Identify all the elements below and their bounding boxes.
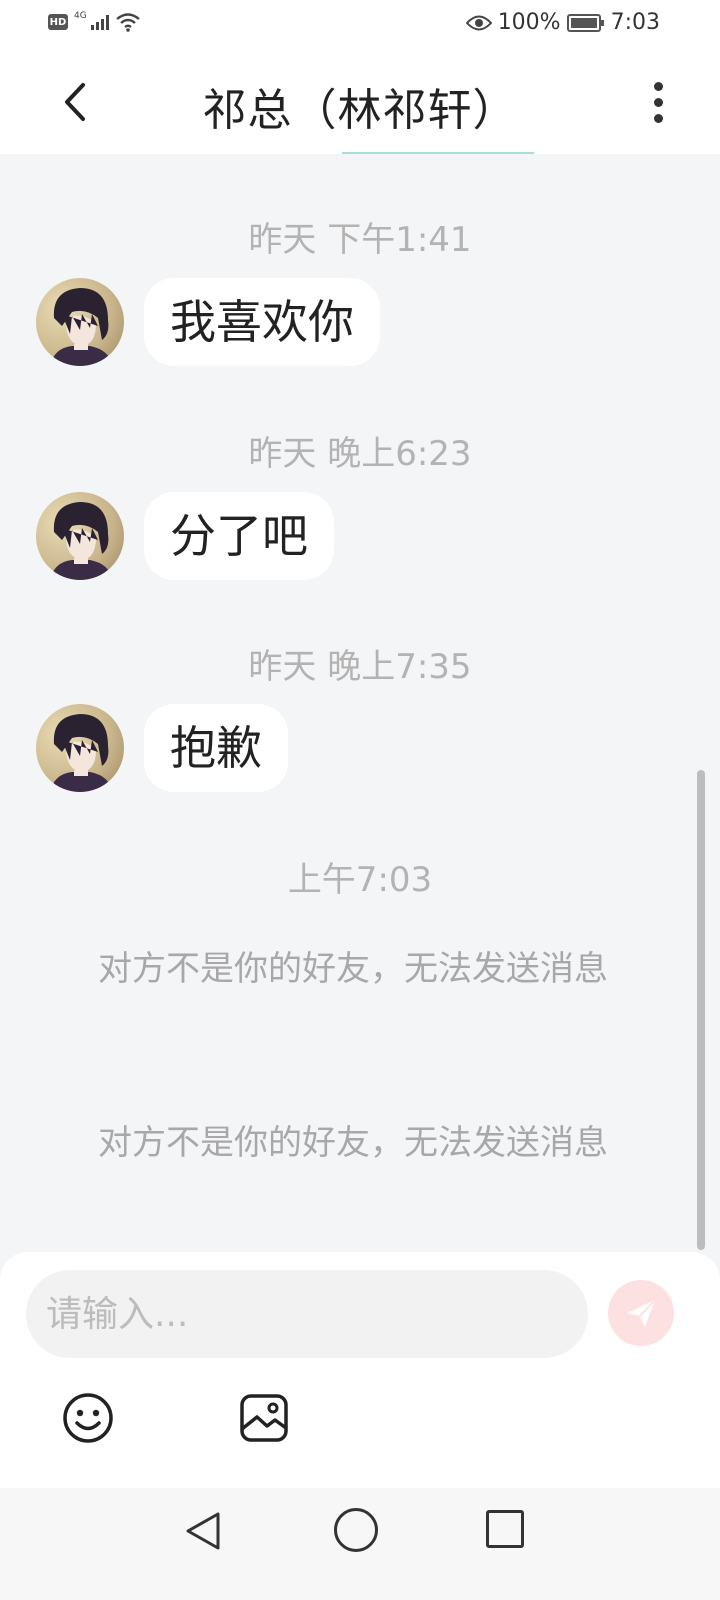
signal-icon xyxy=(90,14,109,30)
wifi-icon xyxy=(115,13,140,32)
message-bubble[interactable]: 我喜欢你 xyxy=(144,278,380,366)
status-right: 100% 7:03 xyxy=(465,10,660,35)
network-type: 4G xyxy=(74,11,87,21)
nav-home-icon[interactable] xyxy=(334,1508,378,1552)
message-input[interactable] xyxy=(26,1270,588,1358)
message-timestamp: 昨天 下午1:41 xyxy=(248,220,472,260)
system-timestamp: 上午7:03 xyxy=(287,860,433,900)
more-vertical-icon xyxy=(653,81,663,91)
message-list[interactable]: 昨天 下午1:41 我喜欢你 昨天 晚上6:23 分了吧 昨天 晚上7:35 抱… xyxy=(0,154,720,1254)
scrollbar[interactable] xyxy=(697,770,705,1250)
message-row: 抱歉 xyxy=(36,704,288,792)
more-dot xyxy=(653,113,663,123)
avatar[interactable] xyxy=(36,704,124,792)
eye-icon xyxy=(465,15,492,30)
message-timestamp: 昨天 晚上6:23 xyxy=(248,434,472,474)
chat-header: 祁总（林祁轩） xyxy=(0,50,720,154)
paper-plane-icon xyxy=(627,1299,656,1327)
smiley-icon xyxy=(63,1393,113,1443)
page-title: 祁总（林祁轩） xyxy=(202,85,518,136)
system-notice: 对方不是你的好友，无法发送消息 xyxy=(98,1123,608,1163)
more-options-button[interactable] xyxy=(636,80,680,124)
send-button[interactable] xyxy=(608,1280,674,1346)
avatar-image xyxy=(50,502,112,580)
system-nav-bar xyxy=(0,1488,720,1600)
clock: 7:03 xyxy=(610,10,660,35)
message-row: 我喜欢你 xyxy=(36,278,380,366)
message-bubble[interactable]: 抱歉 xyxy=(144,704,288,792)
input-panel xyxy=(0,1252,720,1488)
status-left: HD 4G xyxy=(48,11,141,32)
emoji-button[interactable] xyxy=(62,1392,114,1444)
avatar[interactable] xyxy=(36,492,124,580)
hd-badge: HD xyxy=(48,14,68,30)
nav-back-icon[interactable] xyxy=(182,1510,224,1552)
status-bar: HD 4G 100% 7:03 xyxy=(0,0,720,50)
more-dot xyxy=(653,97,663,107)
avatar-image xyxy=(50,288,112,366)
battery-percent: 100% xyxy=(497,10,561,35)
image-button[interactable] xyxy=(239,1393,289,1443)
battery-icon xyxy=(566,13,604,32)
message-bubble[interactable]: 分了吧 xyxy=(144,492,334,580)
nav-recent-apps-icon[interactable] xyxy=(486,1510,524,1548)
avatar-image xyxy=(50,714,112,792)
image-icon xyxy=(240,1394,288,1442)
message-timestamp: 昨天 晚上7:35 xyxy=(248,647,472,687)
avatar[interactable] xyxy=(36,278,124,366)
message-row: 分了吧 xyxy=(36,492,334,580)
system-notice: 对方不是你的好友，无法发送消息 xyxy=(98,949,608,989)
